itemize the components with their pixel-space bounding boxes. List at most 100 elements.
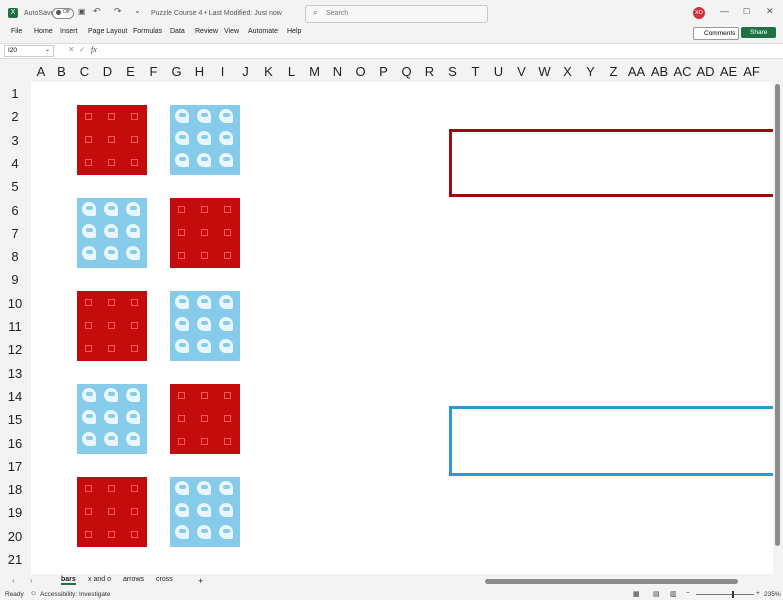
column-header-d[interactable]: D bbox=[96, 62, 119, 82]
accessibility-status[interactable]: Accessibility: Investigate bbox=[40, 591, 110, 598]
blue-tile-right-3[interactable] bbox=[170, 291, 240, 361]
sheet-tab-arrows[interactable]: arrows bbox=[123, 576, 144, 583]
row-header-6[interactable]: 6 bbox=[0, 203, 30, 218]
sheet-tab-bars[interactable]: bars bbox=[61, 576, 76, 585]
row-header-8[interactable]: 8 bbox=[0, 249, 30, 264]
insert-function-button[interactable]: fx bbox=[91, 45, 97, 54]
blue-tile-left-2[interactable] bbox=[77, 198, 147, 268]
zoom-level[interactable]: 235% bbox=[764, 591, 781, 598]
name-box[interactable]: I20 ⌄ bbox=[4, 45, 54, 57]
formula-input[interactable] bbox=[110, 45, 770, 55]
row-header-19[interactable]: 19 bbox=[0, 505, 30, 520]
column-header-ad[interactable]: AD bbox=[694, 62, 717, 82]
zoom-slider-handle[interactable] bbox=[732, 591, 734, 598]
blue-outline-box[interactable] bbox=[449, 406, 773, 476]
blue-tile-left-4[interactable] bbox=[77, 384, 147, 454]
column-header-n[interactable]: N bbox=[326, 62, 349, 82]
page-layout-icon[interactable]: ▤ bbox=[653, 590, 660, 598]
column-header-q[interactable]: Q bbox=[395, 62, 418, 82]
menu-help[interactable]: Help bbox=[287, 28, 301, 35]
column-header-b[interactable]: B bbox=[50, 62, 73, 82]
red-tile-right-2[interactable] bbox=[170, 198, 240, 268]
row-header-18[interactable]: 18 bbox=[0, 482, 30, 497]
column-header-c[interactable]: C bbox=[73, 62, 96, 82]
user-avatar[interactable]: XO bbox=[693, 7, 705, 19]
column-header-e[interactable]: E bbox=[119, 62, 142, 82]
column-header-p[interactable]: P bbox=[372, 62, 395, 82]
menu-page-layout[interactable]: Page Layout bbox=[88, 28, 127, 35]
page-break-icon[interactable]: ▥ bbox=[670, 590, 677, 598]
row-header-12[interactable]: 12 bbox=[0, 342, 30, 357]
row-header-20[interactable]: 20 bbox=[0, 529, 30, 544]
autosave-toggle[interactable]: Off bbox=[52, 8, 74, 19]
add-sheet-button[interactable]: + bbox=[198, 576, 203, 586]
maximize-icon[interactable]: ☐ bbox=[743, 7, 750, 16]
undo-icon[interactable]: ↶ bbox=[93, 6, 101, 17]
menu-home[interactable]: Home bbox=[34, 28, 53, 35]
blue-tile-right-1[interactable] bbox=[170, 105, 240, 175]
row-header-5[interactable]: 5 bbox=[0, 179, 30, 194]
column-header-j[interactable]: J bbox=[234, 62, 257, 82]
row-header-3[interactable]: 3 bbox=[0, 133, 30, 148]
share-button[interactable]: Share bbox=[741, 27, 776, 38]
menu-automate[interactable]: Automate bbox=[248, 28, 278, 35]
menu-file[interactable]: File bbox=[11, 28, 22, 35]
red-outline-box[interactable] bbox=[449, 129, 773, 197]
column-header-r[interactable]: R bbox=[418, 62, 441, 82]
column-header-af[interactable]: AF bbox=[740, 62, 763, 82]
row-header-11[interactable]: 11 bbox=[0, 319, 30, 334]
enter-icon[interactable]: ✓ bbox=[79, 45, 86, 54]
customize-toolbar-icon[interactable]: ⌄ bbox=[134, 6, 141, 15]
redo-icon[interactable]: ↷ bbox=[114, 6, 122, 17]
red-tile-left-5[interactable] bbox=[77, 477, 147, 547]
cancel-icon[interactable]: ✕ bbox=[68, 45, 75, 54]
menu-view[interactable]: View bbox=[224, 28, 239, 35]
zoom-out-icon[interactable]: − bbox=[686, 590, 690, 597]
column-header-z[interactable]: Z bbox=[602, 62, 625, 82]
horizontal-scroll-thumb[interactable] bbox=[485, 579, 738, 584]
column-header-w[interactable]: W bbox=[533, 62, 556, 82]
column-header-h[interactable]: H bbox=[188, 62, 211, 82]
row-header-15[interactable]: 15 bbox=[0, 412, 30, 427]
minimize-icon[interactable]: — bbox=[720, 6, 729, 16]
column-header-s[interactable]: S bbox=[441, 62, 464, 82]
blue-tile-right-5[interactable] bbox=[170, 477, 240, 547]
menu-formulas[interactable]: Formulas bbox=[133, 28, 162, 35]
row-header-21[interactable]: 21 bbox=[0, 552, 30, 567]
column-header-v[interactable]: V bbox=[510, 62, 533, 82]
search-box[interactable]: ⌕ Search bbox=[305, 5, 488, 23]
column-header-aa[interactable]: AA bbox=[625, 62, 648, 82]
vertical-scroll-thumb[interactable] bbox=[775, 84, 780, 546]
column-header-u[interactable]: U bbox=[487, 62, 510, 82]
row-header-7[interactable]: 7 bbox=[0, 226, 30, 241]
row-header-13[interactable]: 13 bbox=[0, 366, 30, 381]
row-header-14[interactable]: 14 bbox=[0, 389, 30, 404]
sheet-tab-cross[interactable]: cross bbox=[156, 576, 173, 583]
column-header-f[interactable]: F bbox=[142, 62, 165, 82]
normal-view-icon[interactable]: ▦ bbox=[633, 590, 640, 598]
close-icon[interactable]: ✕ bbox=[766, 6, 774, 17]
column-header-l[interactable]: L bbox=[280, 62, 303, 82]
column-header-t[interactable]: T bbox=[464, 62, 487, 82]
row-header-10[interactable]: 10 bbox=[0, 296, 30, 311]
column-header-a[interactable]: A bbox=[32, 62, 50, 82]
red-tile-left-3[interactable] bbox=[77, 291, 147, 361]
column-header-x[interactable]: X bbox=[556, 62, 579, 82]
row-header-4[interactable]: 4 bbox=[0, 156, 30, 171]
column-header-g[interactable]: G bbox=[165, 62, 188, 82]
column-header-m[interactable]: M bbox=[303, 62, 326, 82]
column-header-o[interactable]: O bbox=[349, 62, 372, 82]
comments-button[interactable]: Comments bbox=[693, 27, 739, 40]
select-all-corner[interactable] bbox=[0, 62, 31, 82]
red-tile-left-1[interactable] bbox=[77, 105, 147, 175]
menu-review[interactable]: Review bbox=[195, 28, 218, 35]
column-header-i[interactable]: I bbox=[211, 62, 234, 82]
sheet-tab-x-and-o[interactable]: x and o bbox=[88, 576, 111, 583]
save-icon[interactable]: ▣ bbox=[78, 7, 86, 16]
column-header-ae[interactable]: AE bbox=[717, 62, 740, 82]
row-header-9[interactable]: 9 bbox=[0, 272, 30, 287]
zoom-slider[interactable] bbox=[696, 591, 754, 598]
prev-sheet-icon[interactable]: ‹ bbox=[12, 576, 15, 585]
row-header-1[interactable]: 1 bbox=[0, 86, 30, 101]
row-header-2[interactable]: 2 bbox=[0, 109, 30, 124]
